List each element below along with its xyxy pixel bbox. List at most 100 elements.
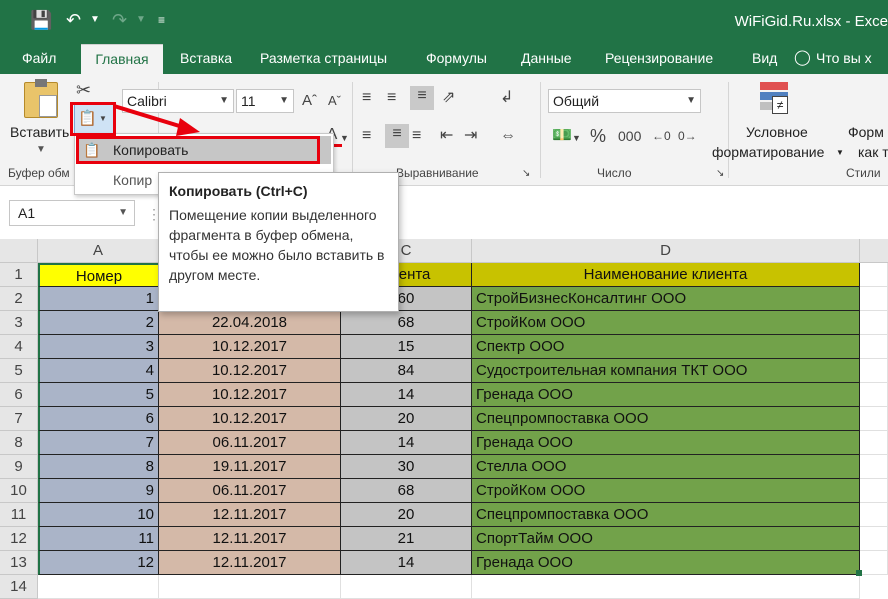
empty-cell[interactable]: [159, 575, 341, 599]
currency-dropdown-icon[interactable]: ▼: [572, 128, 581, 148]
cell-client-code[interactable]: 14: [341, 551, 472, 575]
header-cell-client-name[interactable]: Наименование клиента: [472, 263, 860, 287]
cell-client-code[interactable]: 68: [341, 479, 472, 503]
select-all-corner[interactable]: [0, 239, 38, 263]
cell-number[interactable]: 9: [38, 479, 159, 503]
font-color-dropdown-icon[interactable]: ▼: [340, 128, 349, 148]
row-header[interactable]: 8: [0, 431, 38, 455]
row-header[interactable]: 5: [0, 359, 38, 383]
cell-number[interactable]: 7: [38, 431, 159, 455]
save-icon[interactable]: 💾: [30, 10, 52, 30]
cell-client-code[interactable]: 14: [341, 383, 472, 407]
align-left-icon[interactable]: ≡: [362, 126, 371, 146]
empty-cell[interactable]: [860, 551, 888, 575]
format-as-table-button[interactable]: как т: [858, 144, 888, 160]
align-bottom-icon[interactable]: ≡: [410, 86, 434, 110]
wrap-text-icon[interactable]: ↲: [500, 88, 513, 108]
cell-number[interactable]: 1: [38, 287, 159, 311]
cell-client-code[interactable]: 14: [341, 431, 472, 455]
tab-data[interactable]: Данные: [519, 44, 574, 74]
cell-client-code[interactable]: 20: [341, 503, 472, 527]
cell-date[interactable]: 12.11.2017: [159, 551, 341, 575]
cell-number[interactable]: 10: [38, 503, 159, 527]
cut-icon[interactable]: ✂: [76, 80, 91, 100]
decrease-font-icon[interactable]: Aˇ: [328, 91, 341, 111]
cell-client-code[interactable]: 15: [341, 335, 472, 359]
font-size-select[interactable]: 11 ▼: [236, 89, 294, 113]
undo-icon[interactable]: ↶: [66, 10, 81, 30]
cell-date[interactable]: 12.11.2017: [159, 503, 341, 527]
cell-number[interactable]: 4: [38, 359, 159, 383]
cell-date[interactable]: 10.12.2017: [159, 407, 341, 431]
cell-client-name[interactable]: СтройБизнесКонсалтинг ООО: [472, 287, 860, 311]
row-header[interactable]: 9: [0, 455, 38, 479]
customize-toolbar-icon[interactable]: ≡: [158, 10, 165, 30]
empty-cell[interactable]: [860, 383, 888, 407]
orientation-icon[interactable]: ⇗: [442, 88, 455, 108]
row-header[interactable]: 11: [0, 503, 38, 527]
increase-decimal-icon[interactable]: ←0: [652, 126, 671, 146]
empty-cell[interactable]: [860, 455, 888, 479]
cell-number[interactable]: 12: [38, 551, 159, 575]
cell-number[interactable]: 8: [38, 455, 159, 479]
empty-cell[interactable]: [860, 431, 888, 455]
empty-cell[interactable]: [860, 359, 888, 383]
fill-handle[interactable]: [856, 570, 862, 576]
paste-button[interactable]: Вставить: [10, 124, 69, 140]
name-box[interactable]: A1 ▼: [9, 200, 135, 226]
align-top-icon[interactable]: ≡: [362, 88, 371, 108]
conditional-formatting-button[interactable]: форматирование: [712, 144, 824, 160]
cell-client-name[interactable]: Спецпромпоставка ООО: [472, 503, 860, 527]
increase-indent-icon[interactable]: ⇥: [464, 126, 477, 146]
cell-client-name[interactable]: СтройКом ООО: [472, 479, 860, 503]
tab-formulas[interactable]: Формулы: [424, 44, 489, 74]
empty-cell[interactable]: [38, 575, 159, 599]
percent-icon[interactable]: %: [590, 126, 606, 146]
empty-cell[interactable]: [860, 503, 888, 527]
comma-style-icon[interactable]: 000: [618, 126, 641, 146]
empty-cell[interactable]: [860, 335, 888, 359]
row-header[interactable]: 6: [0, 383, 38, 407]
tab-file[interactable]: Файл: [20, 44, 58, 74]
decrease-decimal-icon[interactable]: 0→: [678, 126, 697, 146]
cell-number[interactable]: 2: [38, 311, 159, 335]
cell-client-name[interactable]: СпортТайм ООО: [472, 527, 860, 551]
cell-client-code[interactable]: 30: [341, 455, 472, 479]
cell-client-code[interactable]: 21: [341, 527, 472, 551]
merge-center-icon[interactable]: ⇔: [500, 126, 516, 146]
empty-cell[interactable]: [860, 287, 888, 311]
cell-date[interactable]: 10.12.2017: [159, 359, 341, 383]
cell-date[interactable]: 22.04.2018: [159, 311, 341, 335]
format-as-table-label-1[interactable]: Форм: [848, 124, 884, 140]
cell-client-name[interactable]: Гренада ООО: [472, 383, 860, 407]
decrease-indent-icon[interactable]: ⇤: [440, 126, 453, 146]
tab-page-layout[interactable]: Разметка страницы: [258, 44, 389, 74]
cell-number[interactable]: 5: [38, 383, 159, 407]
header-cell-number[interactable]: Номер: [38, 263, 159, 287]
dialog-launcher-icon[interactable]: ↘: [716, 164, 724, 184]
cell-number[interactable]: 11: [38, 527, 159, 551]
cell-client-name[interactable]: Спектр ООО: [472, 335, 860, 359]
conditional-formatting-label-1[interactable]: Условное: [746, 124, 808, 140]
row-header[interactable]: 10: [0, 479, 38, 503]
cell-client-code[interactable]: 68: [341, 311, 472, 335]
cell-client-name[interactable]: СтройКом ООО: [472, 311, 860, 335]
dialog-launcher-icon[interactable]: ↘: [522, 164, 530, 184]
tab-review[interactable]: Рецензирование: [603, 44, 715, 74]
empty-cell[interactable]: [472, 575, 860, 599]
cell-client-code[interactable]: 20: [341, 407, 472, 431]
increase-font-icon[interactable]: Aˆ: [302, 91, 317, 111]
cell-date[interactable]: 19.11.2017: [159, 455, 341, 479]
row-header[interactable]: 2: [0, 287, 38, 311]
align-right-icon[interactable]: ≡: [412, 126, 421, 146]
align-center-icon[interactable]: ≡: [385, 124, 409, 148]
undo-dropdown-icon[interactable]: ▼: [90, 10, 100, 30]
row-header[interactable]: 1: [0, 263, 38, 287]
empty-cell[interactable]: [860, 527, 888, 551]
cell-number[interactable]: 3: [38, 335, 159, 359]
empty-cell[interactable]: [341, 575, 472, 599]
row-header[interactable]: 12: [0, 527, 38, 551]
cell-number[interactable]: 6: [38, 407, 159, 431]
cell-date[interactable]: 06.11.2017: [159, 431, 341, 455]
currency-icon[interactable]: 💵: [552, 126, 572, 146]
